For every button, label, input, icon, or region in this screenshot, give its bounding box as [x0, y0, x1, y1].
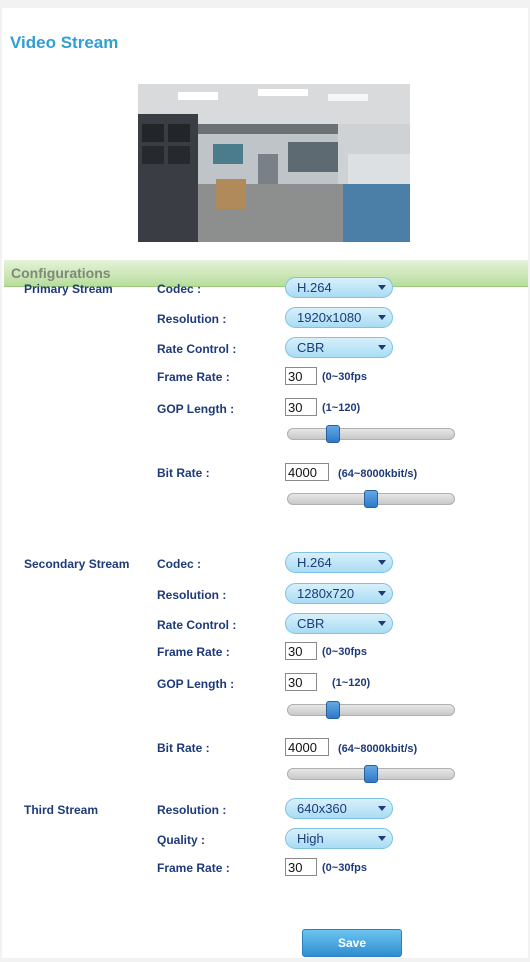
- chevron-down-icon: [378, 806, 386, 811]
- secondary-bit-rate-range: (64~8000kbit/s): [338, 743, 418, 755]
- save-button[interactable]: Save: [302, 929, 402, 957]
- secondary-gop-range: (1~120): [332, 677, 371, 689]
- chevron-down-icon: [378, 285, 386, 290]
- primary-bit-rate-slider[interactable]: [287, 490, 455, 508]
- camera-preview-image: [138, 84, 410, 242]
- primary-resolution-value: 1920x1080: [297, 310, 362, 325]
- secondary-resolution-select[interactable]: 1280x720: [285, 583, 393, 604]
- secondary-rate-control-label: Rate Control :: [157, 618, 237, 632]
- third-frame-rate-input[interactable]: 30: [285, 858, 317, 876]
- primary-codec-value: H.264: [297, 280, 332, 295]
- primary-stream-label: Primary Stream: [24, 282, 113, 296]
- primary-gop-label: GOP Length :: [157, 402, 235, 416]
- primary-bit-rate-input[interactable]: 4000: [285, 463, 329, 481]
- secondary-rate-control-select[interactable]: CBR: [285, 613, 393, 634]
- secondary-rate-control-value: CBR: [297, 616, 325, 631]
- video-stream-page: Video Stream Configurations Primary Stre…: [2, 8, 528, 958]
- secondary-frame-rate-input[interactable]: 30: [285, 642, 317, 660]
- chevron-down-icon: [378, 345, 386, 350]
- secondary-gop-label: GOP Length :: [157, 677, 235, 691]
- secondary-frame-rate-range: (0~30fps: [322, 646, 367, 658]
- third-frame-rate-range: (0~30fps: [322, 862, 367, 874]
- chevron-down-icon: [378, 560, 386, 565]
- primary-frame-rate-range: (0~30fps: [322, 371, 367, 383]
- secondary-codec-select[interactable]: H.264: [285, 552, 393, 573]
- secondary-codec-value: H.264: [297, 555, 332, 570]
- primary-resolution-select[interactable]: 1920x1080: [285, 307, 393, 328]
- primary-bit-rate-label: Bit Rate :: [157, 466, 210, 480]
- primary-bit-rate-slider-handle[interactable]: [364, 490, 378, 508]
- primary-gop-slider[interactable]: [287, 425, 455, 443]
- secondary-codec-label: Codec :: [157, 557, 202, 571]
- third-frame-rate-label: Frame Rate :: [157, 861, 230, 875]
- primary-rate-control-label: Rate Control :: [157, 342, 237, 356]
- secondary-gop-slider[interactable]: [287, 701, 455, 719]
- third-quality-select[interactable]: High: [285, 828, 393, 849]
- chevron-down-icon: [378, 591, 386, 596]
- primary-rate-control-value: CBR: [297, 340, 325, 355]
- secondary-gop-slider-handle[interactable]: [326, 701, 340, 719]
- primary-bit-rate-range: (64~8000kbit/s): [338, 468, 418, 480]
- secondary-bit-rate-slider[interactable]: [287, 765, 455, 783]
- primary-gop-slider-handle[interactable]: [326, 425, 340, 443]
- primary-codec-label: Codec :: [157, 282, 202, 296]
- third-resolution-select[interactable]: 640x360: [285, 798, 393, 819]
- secondary-gop-input[interactable]: 30: [285, 673, 317, 691]
- page-title: Video Stream: [10, 33, 119, 52]
- third-stream-label: Third Stream: [24, 803, 99, 817]
- third-resolution-label: Resolution :: [157, 803, 227, 817]
- primary-codec-select[interactable]: H.264: [285, 277, 393, 298]
- chevron-down-icon: [378, 315, 386, 320]
- primary-frame-rate-label: Frame Rate :: [157, 370, 230, 384]
- primary-gop-range: (1~120): [322, 402, 361, 414]
- secondary-bit-rate-label: Bit Rate :: [157, 741, 210, 755]
- secondary-bit-rate-slider-handle[interactable]: [364, 765, 378, 783]
- chevron-down-icon: [378, 836, 386, 841]
- secondary-resolution-value: 1280x720: [297, 586, 355, 601]
- configurations-title: Configurations: [11, 265, 111, 281]
- chevron-down-icon: [378, 621, 386, 626]
- secondary-stream-label: Secondary Stream: [24, 557, 130, 571]
- primary-frame-rate-input[interactable]: 30: [285, 367, 317, 385]
- third-quality-value: High: [297, 831, 324, 846]
- primary-resolution-label: Resolution :: [157, 312, 227, 326]
- third-quality-label: Quality :: [157, 833, 206, 847]
- third-resolution-value: 640x360: [297, 801, 347, 816]
- secondary-bit-rate-input[interactable]: 4000: [285, 738, 329, 756]
- primary-gop-input[interactable]: 30: [285, 398, 317, 416]
- secondary-resolution-label: Resolution :: [157, 588, 227, 602]
- primary-rate-control-select[interactable]: CBR: [285, 337, 393, 358]
- secondary-frame-rate-label: Frame Rate :: [157, 645, 230, 659]
